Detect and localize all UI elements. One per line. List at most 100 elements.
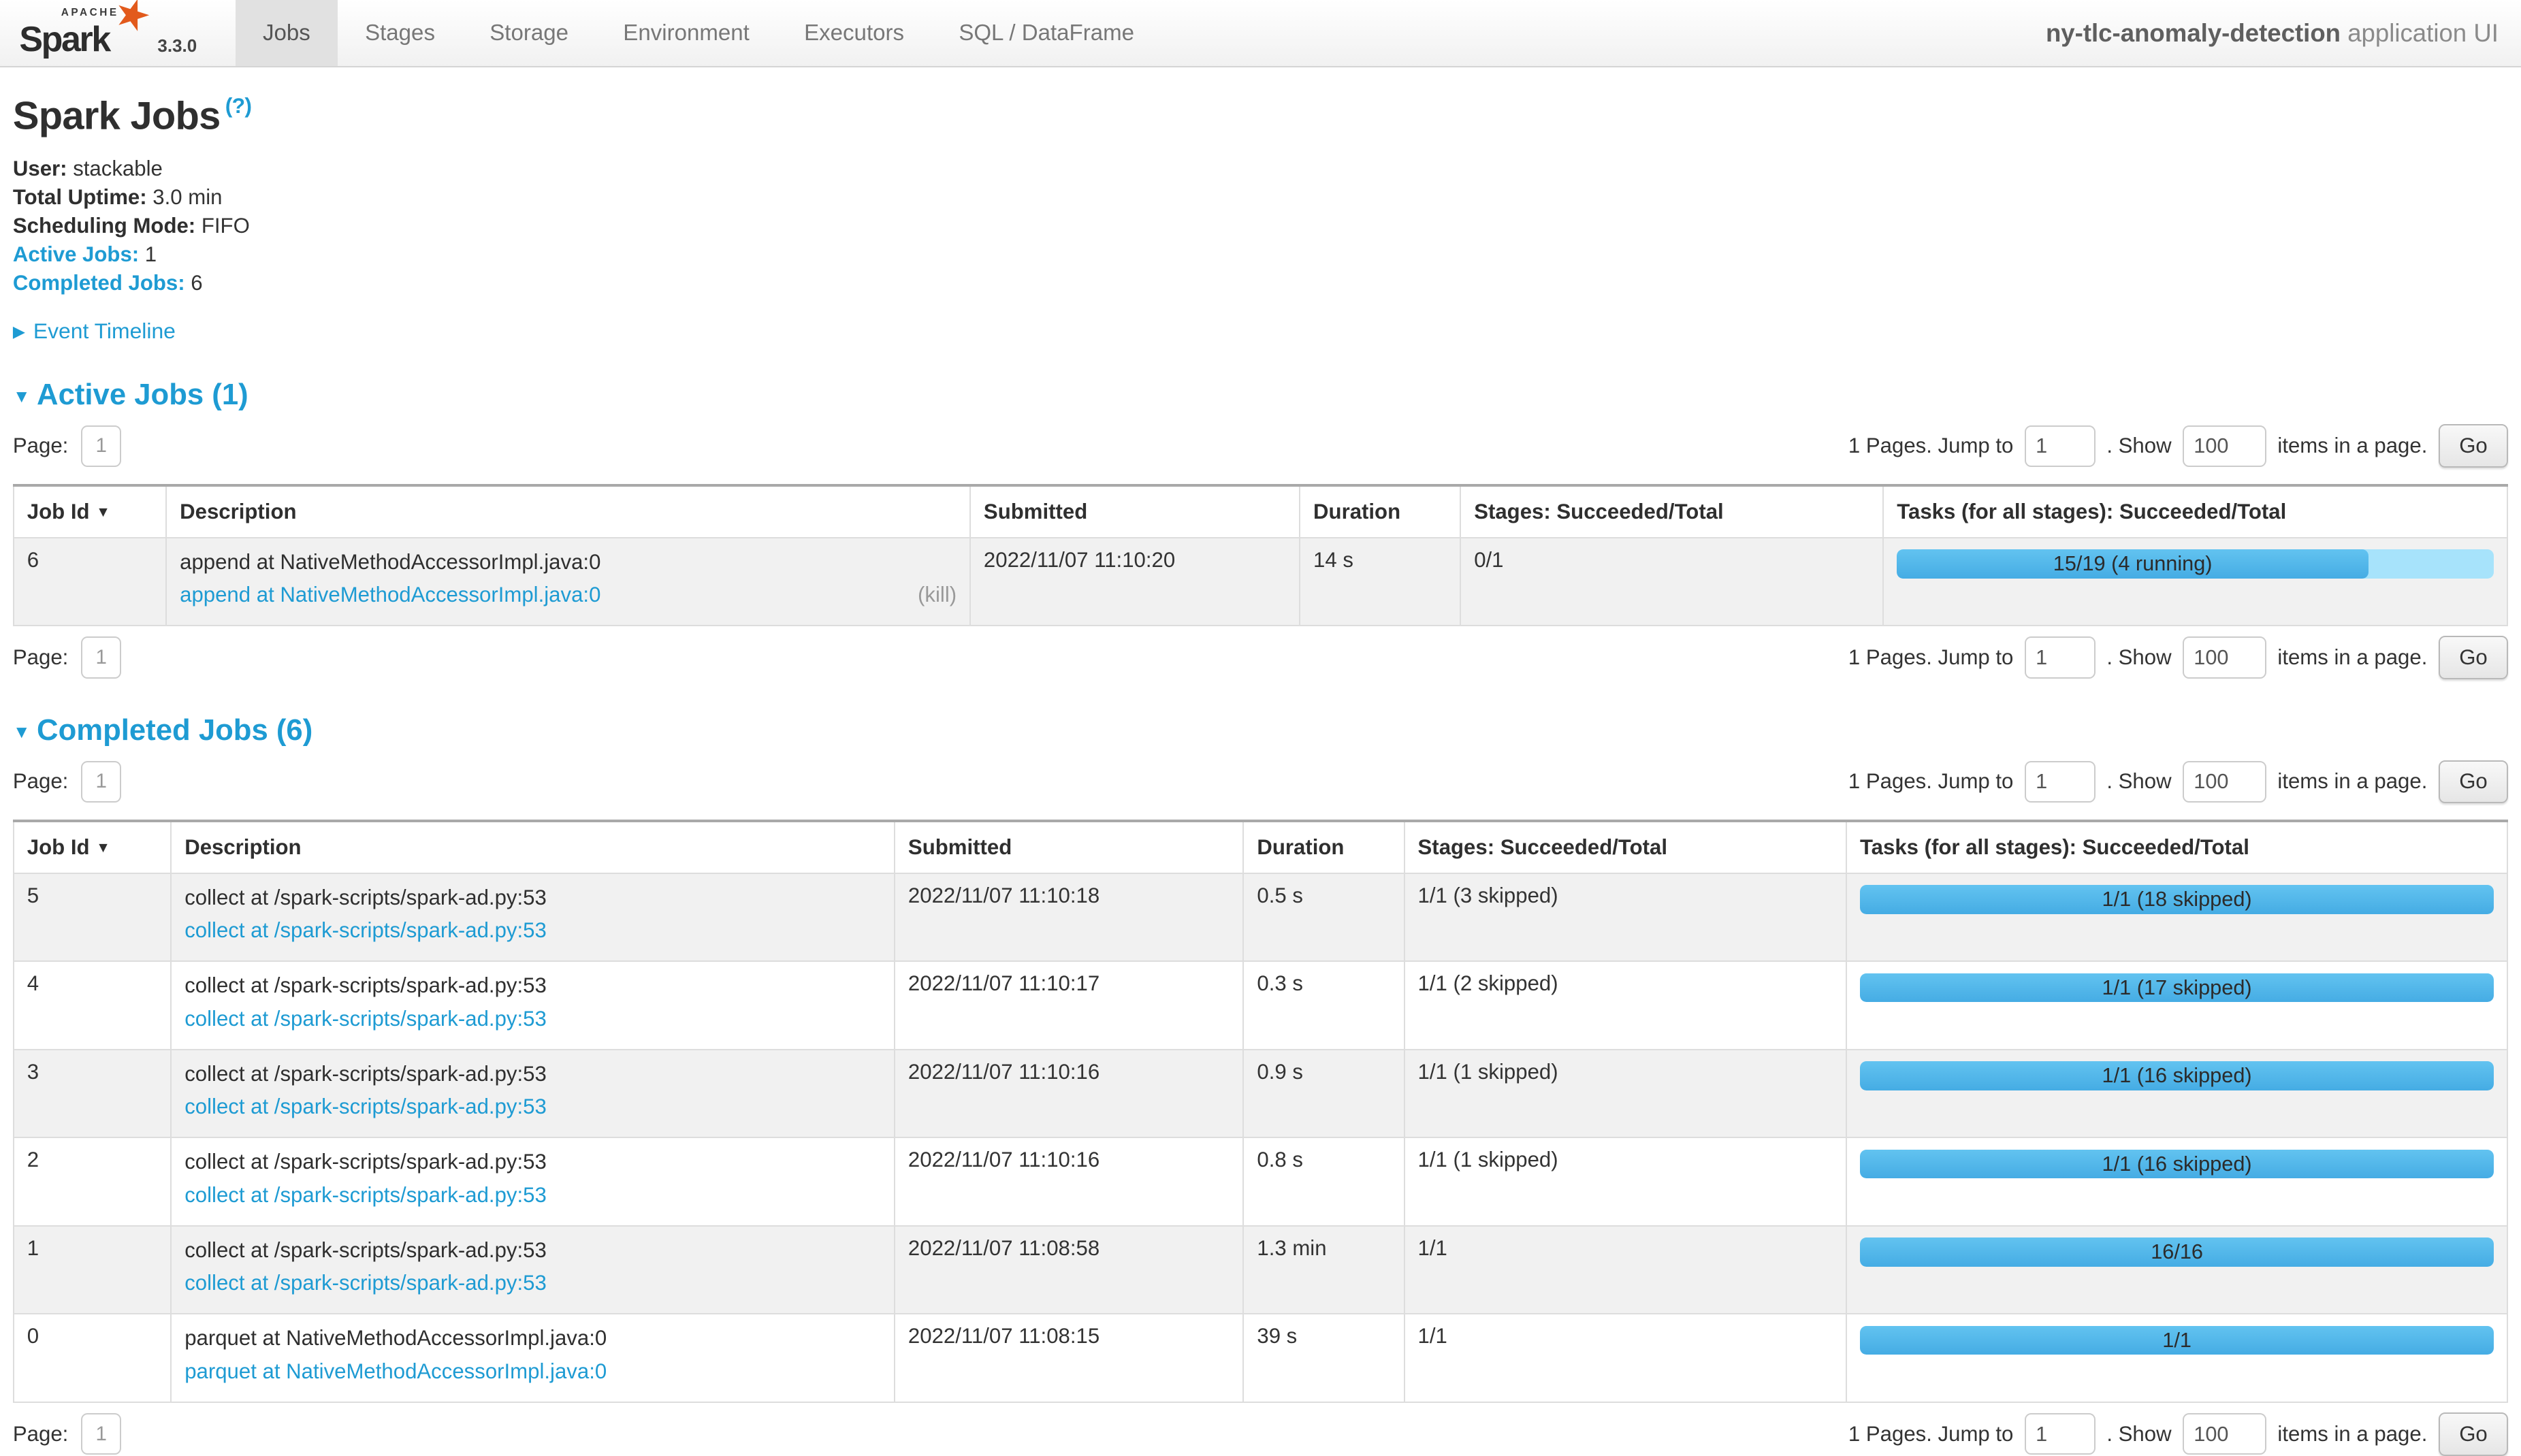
job-id-cell: 6 xyxy=(14,538,166,626)
page-label: Page: xyxy=(13,769,68,794)
job-description: append at NativeMethodAccessorImpl.java:… xyxy=(180,548,957,576)
go-button[interactable]: Go xyxy=(2439,1412,2508,1456)
completed-jobs-link[interactable]: Completed Jobs: xyxy=(13,271,185,295)
items-per-page-input[interactable] xyxy=(2183,1413,2266,1455)
job-description-link[interactable]: collect at /spark-scripts/spark-ad.py:53 xyxy=(184,1005,547,1033)
completed-job-row: 2 collect at /spark-scripts/spark-ad.py:… xyxy=(14,1137,2507,1226)
show-text: . Show xyxy=(2106,434,2171,458)
job-description-link[interactable]: collect at /spark-scripts/spark-ad.py:53 xyxy=(184,1269,547,1297)
page-number-button[interactable]: 1 xyxy=(81,761,121,803)
job-description: collect at /spark-scripts/spark-ad.py:53 xyxy=(184,1148,881,1176)
page-number-button[interactable]: 1 xyxy=(81,425,121,467)
items-per-page-input[interactable] xyxy=(2183,761,2266,803)
tasks-cell: 1/1 (16 skipped) xyxy=(1846,1050,2507,1138)
tab-executors[interactable]: Executors xyxy=(777,0,931,66)
tab-jobs[interactable]: Jobs xyxy=(236,0,338,66)
stages-cell: 0/1 xyxy=(1460,538,1883,626)
info-active-jobs: Active Jobs: 1 xyxy=(13,240,2508,269)
job-id-cell: 5 xyxy=(14,873,171,962)
sort-desc-icon: ▼ xyxy=(96,504,110,520)
job-description-link[interactable]: parquet at NativeMethodAccessorImpl.java… xyxy=(184,1357,607,1385)
job-description-link[interactable]: collect at /spark-scripts/spark-ad.py:53 xyxy=(184,916,547,944)
go-button[interactable]: Go xyxy=(2439,760,2508,804)
submitted-cell: 2022/11/07 11:10:17 xyxy=(895,961,1243,1050)
items-in-page-text: items in a page. xyxy=(2277,434,2427,458)
jump-to-page-input[interactable] xyxy=(2025,636,2096,678)
tasks-progress-bar: 1/1 (17 skipped) xyxy=(1860,973,2494,1003)
info-scheduling-value: FIFO xyxy=(195,214,250,238)
tab-stages[interactable]: Stages xyxy=(338,0,462,66)
duration-cell: 39 s xyxy=(1243,1314,1404,1402)
column-header-submitted[interactable]: Submitted xyxy=(895,821,1243,873)
event-timeline-link[interactable]: ▶Event Timeline xyxy=(13,319,176,343)
job-description-link[interactable]: append at NativeMethodAccessorImpl.java:… xyxy=(180,581,600,609)
active-jobs-link[interactable]: Active Jobs: xyxy=(13,242,139,266)
tab-environment[interactable]: Environment xyxy=(596,0,777,66)
column-header-job-id[interactable]: Job Id▼ xyxy=(14,485,166,538)
tasks-progress-fill: 1/1 xyxy=(1860,1326,2494,1355)
active-jobs-section-header[interactable]: ▼Active Jobs (1) xyxy=(13,378,2508,412)
job-id-cell: 3 xyxy=(14,1050,171,1138)
tasks-progress-fill: 1/1 (16 skipped) xyxy=(1860,1061,2494,1090)
tasks-cell: 1/1 (17 skipped) xyxy=(1846,961,2507,1050)
items-per-page-input[interactable] xyxy=(2183,636,2266,678)
completed-jobs-header-row: Job Id▼ Description Submitted Duration S… xyxy=(14,821,2507,873)
page-jump-controls: 1 Pages. Jump to . Show items in a page.… xyxy=(1848,424,2508,468)
column-header-submitted[interactable]: Submitted xyxy=(970,485,1300,538)
active-job-row: 6 append at NativeMethodAccessorImpl.jav… xyxy=(14,538,2507,626)
completed-job-row: 4 collect at /spark-scripts/spark-ad.py:… xyxy=(14,961,2507,1050)
column-header-description[interactable]: Description xyxy=(166,485,970,538)
go-button[interactable]: Go xyxy=(2439,424,2508,468)
job-description-link[interactable]: collect at /spark-scripts/spark-ad.py:53 xyxy=(184,1093,547,1120)
info-active-jobs-value: 1 xyxy=(139,242,157,266)
page-title: Spark Jobs(?) xyxy=(13,93,2508,139)
completed-jobs-section-header[interactable]: ▼Completed Jobs (6) xyxy=(13,713,2508,747)
column-header-tasks[interactable]: Tasks (for all stages): Succeeded/Total xyxy=(1883,485,2507,538)
description-cell: collect at /spark-scripts/spark-ad.py:53… xyxy=(171,1137,895,1226)
completed-jobs-table: Job Id▼ Description Submitted Duration S… xyxy=(13,820,2508,1403)
tasks-progress-bar: 1/1 (16 skipped) xyxy=(1860,1150,2494,1179)
items-in-page-text: items in a page. xyxy=(2277,769,2427,794)
event-timeline-toggle[interactable]: ▶Event Timeline xyxy=(13,319,2508,344)
jump-to-page-input[interactable] xyxy=(2025,425,2096,467)
tasks-progress-fill: 1/1 (16 skipped) xyxy=(1860,1150,2494,1179)
duration-cell: 1.3 min xyxy=(1243,1226,1404,1314)
job-description: collect at /spark-scripts/spark-ad.py:53 xyxy=(184,1236,881,1264)
page-number-button[interactable]: 1 xyxy=(81,636,121,678)
column-header-tasks[interactable]: Tasks (for all stages): Succeeded/Total xyxy=(1846,821,2507,873)
kill-job-link[interactable]: (kill) xyxy=(918,581,957,609)
pages-count-text: 1 Pages. Jump to xyxy=(1848,645,2013,670)
submitted-cell: 2022/11/07 11:10:20 xyxy=(970,538,1300,626)
page-label: Page: xyxy=(13,434,68,458)
tasks-progress-fill: 15/19 (4 running) xyxy=(1897,549,2369,579)
job-description-link[interactable]: collect at /spark-scripts/spark-ad.py:53 xyxy=(184,1181,547,1209)
column-header-duration[interactable]: Duration xyxy=(1243,821,1404,873)
page-number-button[interactable]: 1 xyxy=(81,1413,121,1455)
jump-to-page-input[interactable] xyxy=(2025,1413,2096,1455)
completed-jobs-pagination-bottom: Page: 1 1 Pages. Jump to . Show items in… xyxy=(13,1412,2508,1456)
tasks-progress-fill: 1/1 (17 skipped) xyxy=(1860,973,2494,1003)
tasks-cell: 1/1 (18 skipped) xyxy=(1846,873,2507,962)
go-button[interactable]: Go xyxy=(2439,636,2508,679)
column-header-description[interactable]: Description xyxy=(171,821,895,873)
active-jobs-table: Job Id▼ Description Submitted Duration S… xyxy=(13,484,2508,626)
items-per-page-input[interactable] xyxy=(2183,425,2266,467)
completed-job-row: 0 parquet at NativeMethodAccessorImpl.ja… xyxy=(14,1314,2507,1402)
job-id-cell: 4 xyxy=(14,961,171,1050)
spark-logo-apache-text: APACHE xyxy=(61,7,119,19)
column-header-stages[interactable]: Stages: Succeeded/Total xyxy=(1460,485,1883,538)
tab-sql-dataframe[interactable]: SQL / DataFrame xyxy=(931,0,1161,66)
tab-storage[interactable]: Storage xyxy=(462,0,596,66)
completed-jobs-pagination-top: Page: 1 1 Pages. Jump to . Show items in… xyxy=(13,760,2508,804)
column-header-stages[interactable]: Stages: Succeeded/Total xyxy=(1404,821,1846,873)
tasks-cell: 1/1 (16 skipped) xyxy=(1846,1137,2507,1226)
spark-logo[interactable]: APACHE Spark ★ 3.3.0 xyxy=(0,0,213,66)
info-completed-jobs: Completed Jobs: 6 xyxy=(13,269,2508,297)
expanded-arrow-icon: ▼ xyxy=(13,722,31,743)
duration-cell: 0.5 s xyxy=(1243,873,1404,962)
stages-cell: 1/1 (2 skipped) xyxy=(1404,961,1846,1050)
column-header-duration[interactable]: Duration xyxy=(1300,485,1460,538)
help-link[interactable]: (?) xyxy=(225,93,252,118)
jump-to-page-input[interactable] xyxy=(2025,761,2096,803)
column-header-job-id[interactable]: Job Id▼ xyxy=(14,821,171,873)
